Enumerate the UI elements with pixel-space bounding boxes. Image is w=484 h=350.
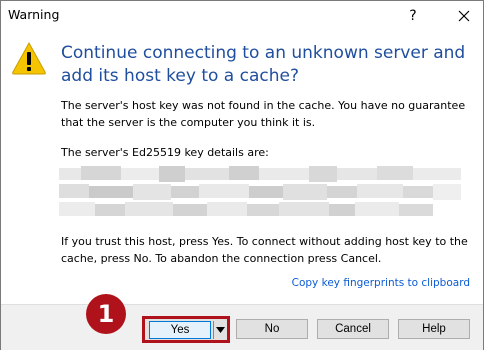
redacted-key-details (59, 166, 461, 218)
yes-button[interactable]: Yes (149, 321, 211, 339)
warning-triangle-icon (12, 41, 46, 75)
help-title-button[interactable]: ? (399, 1, 427, 31)
key-details-label: The server's Ed25519 key details are: (61, 146, 269, 159)
close-icon[interactable] (445, 1, 483, 31)
copy-fingerprints-link[interactable]: Copy key fingerprints to clipboard (292, 277, 470, 289)
window-title: Warning (8, 7, 60, 22)
step-badge: 1 (86, 294, 126, 334)
cancel-button[interactable]: Cancel (317, 319, 389, 339)
instructions-text: If you trust this host, press Yes. To co… (61, 235, 468, 265)
title-bar: Warning ? (1, 1, 483, 31)
yes-split-button[interactable]: Yes (142, 316, 230, 343)
help-button[interactable]: Help (398, 319, 470, 339)
warning-dialog: Warning ? Continue connecting to an unkn… (0, 0, 484, 350)
dialog-heading: Continue connecting to an unknown server… (61, 43, 466, 86)
no-button[interactable]: No (236, 319, 308, 339)
host-key-warning-text: The server's host key was not found in t… (61, 99, 466, 129)
yes-dropdown-arrow-icon[interactable] (213, 321, 227, 339)
